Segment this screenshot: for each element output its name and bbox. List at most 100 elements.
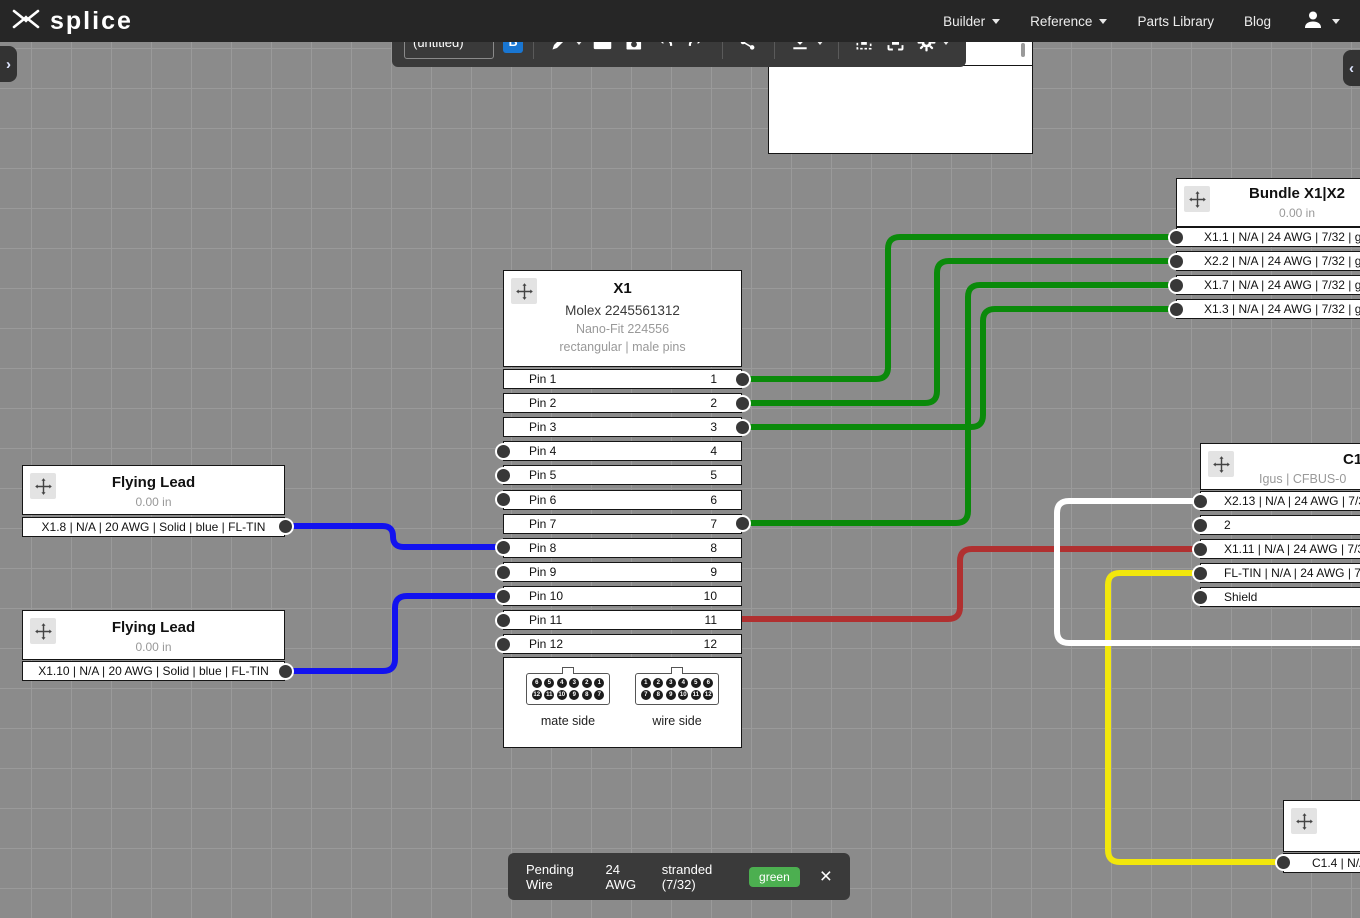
footprint-pin-10: 10: [557, 690, 567, 700]
wire-c1.4-yellow[interactable]: [1108, 573, 1283, 862]
wire-x1.11-red[interactable]: [742, 549, 1200, 619]
move-handle-icon[interactable]: [1208, 451, 1234, 477]
connection-point[interactable]: [1275, 854, 1292, 871]
x1-pin-row-3[interactable]: Pin 33: [503, 417, 742, 437]
connection-point[interactable]: [1192, 541, 1209, 558]
x1-pin-row-5[interactable]: Pin 55: [503, 465, 742, 485]
cable-c1-node[interactable]: C1 Igus | CFBUS-0: [1200, 443, 1360, 490]
pending-wire-bar: Pending Wire 24 AWG stranded (7/32) gree…: [508, 853, 850, 900]
footprint-pin-grid: 654321121110987: [526, 673, 610, 705]
left-panel-expand-tab[interactable]: ›: [0, 46, 17, 82]
footprint-polarization-tab: [671, 667, 683, 674]
x1-pin-row-1[interactable]: Pin 11: [503, 369, 742, 389]
c1-wire-row-4[interactable]: FL-TIN | N/A | 24 AWG | 7/32: [1200, 563, 1360, 583]
x1-pin-row-8[interactable]: Pin 88: [503, 538, 742, 558]
pin-number: 7: [710, 517, 717, 531]
connection-point[interactable]: [1192, 589, 1209, 606]
x1-pin-row-7[interactable]: Pin 77: [503, 514, 742, 534]
flying-lead-2-node[interactable]: Flying Lead 0.00 in: [22, 610, 285, 660]
connection-point[interactable]: [495, 467, 512, 484]
pin-number: 2: [710, 396, 717, 410]
c1-wire-row-1[interactable]: X2.13 | N/A | 24 AWG | 7/32: [1200, 491, 1360, 511]
footprint-pin-4: 4: [678, 678, 688, 688]
wire-x1.10-blue[interactable]: [285, 596, 503, 671]
connection-point[interactable]: [1168, 277, 1185, 294]
connection-point[interactable]: [1192, 493, 1209, 510]
connection-point[interactable]: [1168, 229, 1185, 246]
x1-pin-row-2[interactable]: Pin 22: [503, 393, 742, 413]
c1-wire-row-3[interactable]: X1.11 | N/A | 24 AWG | 7/32: [1200, 539, 1360, 559]
x1-pin-row-6[interactable]: Pin 66: [503, 490, 742, 510]
bundle-x1-x2-node[interactable]: Bundle X1|X2 0.00 in: [1176, 178, 1360, 227]
brand[interactable]: splice: [12, 7, 133, 36]
x1-pin-row-4[interactable]: Pin 44: [503, 441, 742, 461]
connection-point[interactable]: [1192, 517, 1209, 534]
move-handle-icon[interactable]: [30, 618, 56, 644]
account-button[interactable]: [1301, 8, 1340, 35]
x1-pin-row-10[interactable]: Pin 1010: [503, 586, 742, 606]
bundle-wire-row-2[interactable]: X2.2 | N/A | 24 AWG | 7/32 | green: [1176, 251, 1360, 271]
pending-wire-color-badge[interactable]: green: [749, 867, 800, 887]
connection-point[interactable]: [495, 588, 512, 605]
connection-point[interactable]: [495, 539, 512, 556]
connection-point[interactable]: [734, 395, 751, 412]
x1-pin-rows: Pin 11 Pin 22 Pin 33 Pin 44 Pin 55 Pin 66 Pin …: [503, 369, 742, 657]
x1-pin-row-9[interactable]: Pin 99: [503, 562, 742, 582]
footprint-pin-1: 1: [641, 678, 651, 688]
c1-wire-row-2[interactable]: 2: [1200, 515, 1360, 535]
flying-lead-2-wire-row[interactable]: X1.10 | N/A | 20 AWG | Solid | blue | FL…: [22, 661, 285, 681]
move-handle-icon[interactable]: [30, 473, 56, 499]
wire-x1.3-green[interactable]: [742, 309, 1176, 427]
node-title: X1: [504, 280, 741, 297]
wire-x1.8-blue[interactable]: [285, 526, 503, 547]
node-length: 0.00 in: [23, 495, 284, 509]
x1-pin-row-11[interactable]: Pin 1111: [503, 610, 742, 630]
footprint-pin-row: 123456: [641, 678, 714, 688]
pin-number: 12: [704, 637, 717, 651]
move-handle-icon[interactable]: [1184, 186, 1210, 212]
corner-wire-row[interactable]: C1.4 | N/A | 24 AWG: [1283, 853, 1360, 873]
pin-number: 8: [710, 541, 717, 555]
move-handle-icon[interactable]: [1291, 808, 1317, 834]
chevron-right-icon: ›: [6, 56, 11, 73]
flying-lead-1-wire-row[interactable]: X1.8 | N/A | 20 AWG | Solid | blue | FL-…: [22, 517, 285, 537]
connection-point[interactable]: [734, 371, 751, 388]
pin-label: Pin 4: [529, 444, 556, 458]
flying-lead-1-node[interactable]: Flying Lead 0.00 in: [22, 465, 285, 515]
bundle-wire-row-1[interactable]: X1.1 | N/A | 24 AWG | 7/32 | green: [1176, 227, 1360, 247]
move-handle-icon[interactable]: [511, 278, 537, 304]
connection-point[interactable]: [495, 636, 512, 653]
close-icon[interactable]: ×: [820, 866, 832, 887]
connection-point[interactable]: [1168, 301, 1185, 318]
nav-item-builder[interactable]: Builder: [943, 14, 1000, 29]
connection-point[interactable]: [495, 612, 512, 629]
pin-label: Pin 11: [529, 613, 562, 627]
connection-point[interactable]: [495, 564, 512, 581]
bundle-wire-row-4[interactable]: X1.3 | N/A | 24 AWG | 7/32 | green: [1176, 299, 1360, 319]
note-scrollbar[interactable]: [1021, 43, 1025, 57]
footprint-pin-2: 2: [653, 678, 663, 688]
bundle-wire-row-3[interactable]: X1.7 | N/A | 24 AWG | 7/32 | green: [1176, 275, 1360, 295]
connection-point[interactable]: [1192, 565, 1209, 582]
connection-point[interactable]: [734, 419, 751, 436]
right-panel-expand-tab[interactable]: ‹: [1343, 50, 1360, 86]
c1-wire-row-5[interactable]: Shield: [1200, 587, 1360, 607]
connection-point[interactable]: [495, 443, 512, 460]
nav-item-reference[interactable]: Reference: [1030, 14, 1107, 29]
nav-item-parts-library[interactable]: Parts Library: [1137, 14, 1214, 29]
connector-x1-node[interactable]: X1 Molex 2245561312 Nano-Fit 224556 rect…: [503, 270, 742, 367]
brand-name: splice: [50, 7, 133, 36]
diagram-canvas[interactable]: › ‹ Note 1: [0, 42, 1360, 918]
connection-point[interactable]: [277, 663, 294, 680]
corner-node[interactable]: [1283, 800, 1360, 852]
nav-item-blog[interactable]: Blog: [1244, 14, 1271, 29]
x1-pin-row-12[interactable]: Pin 1212: [503, 634, 742, 654]
pin-number: 3: [710, 420, 717, 434]
connection-point[interactable]: [495, 491, 512, 508]
connection-point[interactable]: [277, 518, 294, 535]
chevron-down-icon: [992, 19, 1000, 24]
connection-point[interactable]: [734, 515, 751, 532]
connection-point[interactable]: [1168, 253, 1185, 270]
pin-number: 5: [710, 468, 717, 482]
footprint-pin-grid: 123456789101112: [635, 673, 719, 705]
